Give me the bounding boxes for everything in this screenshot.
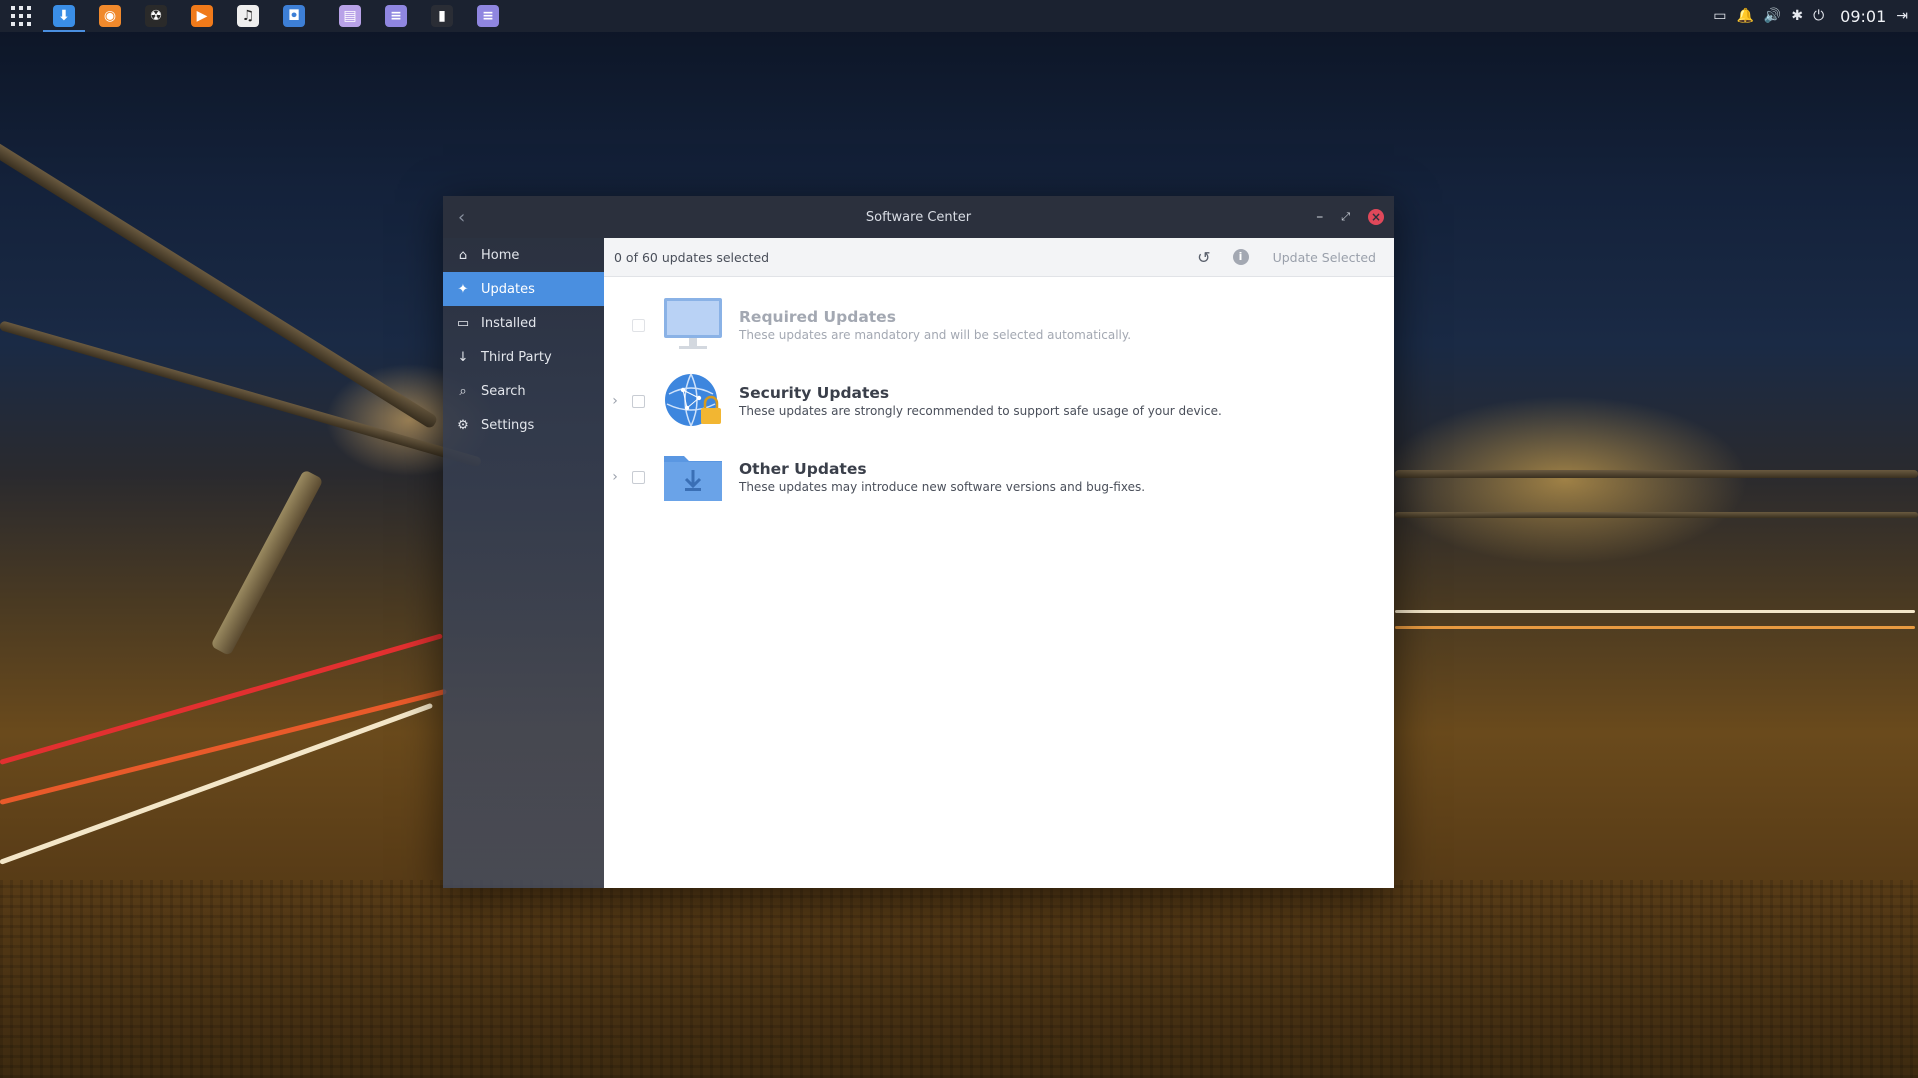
folder-download-icon	[661, 448, 725, 506]
update-category-title: Other Updates	[739, 460, 867, 478]
refresh-icon[interactable]: ↺	[1197, 248, 1210, 267]
music-launcher-icon[interactable]: ♫	[237, 5, 259, 27]
power-icon[interactable]: ⏻	[1813, 8, 1824, 24]
update-category-title: Required Updates	[739, 308, 896, 326]
search-icon: ⌕	[459, 383, 467, 399]
update-checkbox[interactable]	[632, 470, 645, 484]
update-category-description: These updates may introduce new software…	[739, 480, 1146, 494]
camera-launcher-icon[interactable]: ◘	[283, 5, 305, 27]
bluetooth-icon[interactable]: ✱	[1791, 8, 1803, 24]
sidebar-item-search[interactable]: ⌕ Search	[443, 374, 604, 408]
update-category-description: These updates are mandatory and will be …	[739, 328, 1132, 342]
update-category-row[interactable]: › Other Updates These updates may introduc…	[604, 439, 1394, 515]
sidebar-item-third-party[interactable]: ↓ Third Party	[443, 340, 604, 374]
media-player-launcher-icon[interactable]: ▶	[191, 5, 213, 27]
app-grid-icon[interactable]	[11, 6, 31, 26]
display-icon[interactable]: ▭	[1713, 8, 1726, 24]
download-arrow-icon: ↓	[457, 349, 469, 365]
info-icon[interactable]: i	[1232, 249, 1249, 265]
clock[interactable]: 09:01	[1840, 7, 1886, 26]
updates-list: Required Updates These updates are mandat…	[604, 277, 1394, 515]
toolbar: 0 of 60 updates selected ↺ i Update Sele…	[604, 238, 1394, 277]
radiation-app-launcher-icon[interactable]: ☢	[145, 5, 167, 27]
text-editor-launcher-icon[interactable]: ≡	[385, 5, 407, 27]
main-content: 0 of 60 updates selected ↺ i Update Sele…	[604, 238, 1394, 888]
sidebar-item-label: Updates	[481, 281, 535, 297]
sidebar: ⌂ Home ✦ Updates ▭ Installed ↓ Third Party ⌕ Sear…	[443, 238, 604, 888]
restore-icon[interactable]: ⤢	[1341, 210, 1350, 224]
update-category-description: These updates are strongly recommended t…	[739, 404, 1222, 418]
terminal-launcher-icon[interactable]: ▮	[431, 5, 453, 27]
chevron-right-icon[interactable]: ›	[608, 393, 622, 409]
sidebar-item-installed[interactable]: ▭ Installed	[443, 306, 604, 340]
title-bar: ‹ Software Center – ⤢ ×	[443, 196, 1394, 238]
close-icon[interactable]: ×	[1368, 209, 1384, 225]
monitor-icon	[661, 296, 725, 354]
sidebar-item-label: Search	[481, 383, 526, 399]
sidebar-item-label: Home	[481, 247, 520, 263]
selection-status: 0 of 60 updates selected	[614, 249, 770, 265]
software-center-window: ‹ Software Center – ⤢ × ⌂ Home ✦ Updates ▭ In…	[443, 196, 1394, 888]
sidebar-item-settings[interactable]: ⚙ Settings	[443, 408, 604, 442]
gear-icon: ✦	[457, 281, 469, 297]
sidebar-item-label: Settings	[481, 417, 535, 433]
firefox-launcher-icon[interactable]: ◉	[99, 5, 121, 27]
sidebar-item-updates[interactable]: ✦ Updates	[443, 272, 604, 306]
update-checkbox[interactable]	[632, 394, 645, 408]
update-category-title: Security Updates	[739, 384, 890, 402]
logout-icon[interactable]: ⇥	[1896, 8, 1908, 24]
notification-bell-icon[interactable]: 🔔	[1736, 8, 1753, 24]
software-center-launcher-icon[interactable]: ⬇	[43, 5, 85, 32]
notes-launcher-icon[interactable]: ≡	[477, 5, 499, 27]
update-selected-button[interactable]: Update Selected	[1273, 250, 1376, 265]
system-tray: ▭ 🔔 🔊 ✱ ⏻ 09:01 ⇥	[1713, 0, 1918, 32]
chevron-right-icon[interactable]: ›	[608, 469, 622, 485]
files-launcher-icon[interactable]: ▤	[339, 5, 361, 27]
globe-lock-icon	[661, 372, 725, 430]
update-category-row: Required Updates These updates are mandat…	[604, 287, 1394, 363]
volume-icon[interactable]: 🔊	[1764, 8, 1781, 24]
monitor-icon: ▭	[456, 315, 470, 331]
sidebar-item-label: Third Party	[481, 349, 552, 365]
update-category-row[interactable]: › Security Updates These updates are stron…	[604, 363, 1394, 439]
minimize-icon[interactable]: –	[1316, 209, 1323, 225]
sidebar-item-label: Installed	[481, 315, 537, 331]
update-checkbox	[632, 318, 645, 332]
home-icon: ⌂	[458, 247, 468, 263]
top-panel: ⬇ ◉ ☢ ▶ ♫ ◘ ▤ ≡ ▮ ≡ ▭ 🔔 🔊 ✱ ⏻ 09:01 ⇥	[0, 0, 1918, 32]
settings-icon: ⚙	[457, 417, 469, 433]
chevron-left-icon[interactable]: ‹	[458, 207, 465, 228]
launcher-bar: ⬇ ◉ ☢ ▶ ♫ ◘ ▤ ≡ ▮ ≡	[43, 5, 523, 32]
window-title: Software Center	[865, 209, 972, 225]
sidebar-item-home[interactable]: ⌂ Home	[443, 238, 604, 272]
